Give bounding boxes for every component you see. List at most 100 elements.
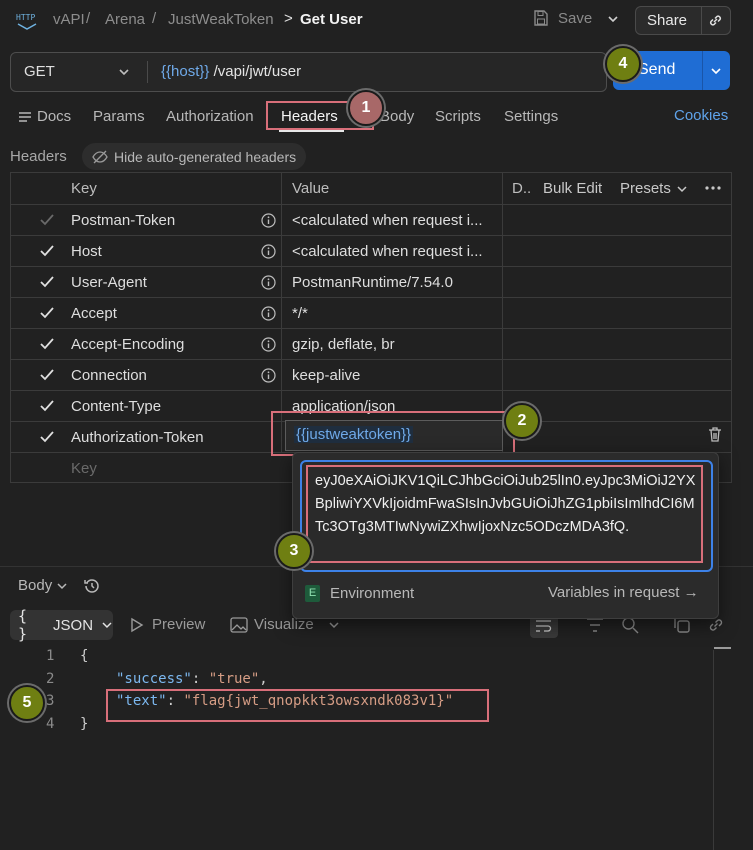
info-icon[interactable] [261, 368, 276, 383]
preview-label: Preview [152, 616, 206, 633]
header-key[interactable]: Content-Type [71, 391, 161, 422]
method-select[interactable]: GET [24, 63, 55, 80]
chevron-down-icon[interactable] [709, 64, 723, 78]
history-icon[interactable] [82, 576, 102, 596]
header-key[interactable]: User-Agent [71, 267, 147, 298]
info-icon[interactable] [261, 244, 276, 259]
header-key[interactable]: Postman-Token [71, 205, 175, 236]
header-key[interactable]: Accept-Encoding [71, 329, 184, 360]
breadcrumb-separator: / [86, 10, 91, 27]
share-button[interactable]: Share [635, 6, 731, 35]
checkbox-icon[interactable] [40, 400, 54, 412]
annotation-badge: 3 [276, 533, 312, 569]
breadcrumb-item[interactable]: JustWeakToken [168, 11, 274, 28]
table-row[interactable]: Accept-Encoding gzip, deflate, br [11, 328, 731, 360]
info-icon[interactable] [261, 306, 276, 321]
table-row[interactable]: User-Agent PostmanRuntime/7.54.0 [11, 266, 731, 298]
annotation-badge: 4 [605, 46, 641, 82]
column-header-description: D.. [512, 180, 532, 197]
auth-value-variable: {{justweaktoken}} [294, 426, 414, 443]
presets-dropdown[interactable]: Presets [620, 173, 671, 204]
column-header-value: Value [292, 180, 330, 197]
link-icon[interactable] [707, 12, 724, 29]
header-key[interactable]: Authorization-Token [71, 422, 204, 453]
format-json-dropdown[interactable]: { } JSON [10, 607, 113, 643]
new-key-input[interactable]: Key [71, 453, 97, 484]
trash-icon[interactable] [707, 426, 723, 443]
checkbox-icon[interactable] [40, 245, 54, 257]
annotation-badge: 5 [9, 685, 45, 721]
preview-button[interactable]: Preview [130, 616, 205, 633]
header-value[interactable]: keep-alive [292, 360, 502, 391]
chevron-down-icon [329, 621, 339, 628]
chevron-down-icon[interactable] [117, 65, 131, 79]
cookies-link[interactable]: Cookies [674, 107, 728, 124]
chevron-down-icon[interactable] [676, 183, 688, 195]
column-header-key: Key [71, 180, 97, 197]
chevron-down-icon [57, 582, 67, 589]
variable-value-field[interactable]: eyJ0eXAiOiJKV1QiLCJhbGciOiJub25lIn0.eyJp… [300, 460, 713, 572]
table-row[interactable]: Accept */* [11, 297, 731, 329]
header-key[interactable]: Host [71, 236, 102, 267]
variables-in-request-link[interactable]: Variables in request → [548, 584, 699, 601]
breadcrumb-item[interactable]: Arena [105, 11, 145, 28]
divider [702, 51, 703, 90]
info-icon[interactable] [261, 275, 276, 290]
save-icon [534, 10, 548, 26]
table-row[interactable]: Connection keep-alive [11, 359, 731, 391]
table-row[interactable]: Host <calculated when request i... [11, 235, 731, 267]
checkbox-icon[interactable] [40, 214, 54, 226]
json-key: "success" [116, 671, 192, 687]
flag-highlight [106, 689, 489, 722]
bulk-edit-button[interactable]: Bulk Edit [543, 173, 602, 204]
line-number: 3 [46, 693, 55, 709]
headers-section-title: Headers [10, 148, 67, 165]
eye-off-icon [92, 150, 108, 163]
url-input[interactable]: {{host}} /vapi/jwt/user [161, 63, 301, 80]
checkbox-icon[interactable] [40, 431, 54, 443]
breadcrumb-item[interactable]: vAPI [53, 11, 85, 28]
checkbox-icon[interactable] [40, 338, 54, 350]
save-label: Save [558, 9, 593, 27]
header-value[interactable]: */* [292, 298, 502, 329]
info-icon[interactable] [261, 337, 276, 352]
divider [713, 650, 714, 850]
table-row[interactable]: Postman-Token <calculated when request i.… [11, 204, 731, 236]
svg-text:HTTP: HTTP [16, 13, 35, 22]
json-line: "success": "true", [116, 671, 268, 687]
line-number: 4 [46, 716, 55, 732]
http-icon: HTTP [16, 8, 38, 32]
checkbox-icon[interactable] [40, 369, 54, 381]
save-button[interactable]: Save [532, 9, 592, 27]
header-value[interactable]: gzip, deflate, br [292, 329, 502, 360]
filter-icon[interactable] [586, 617, 604, 633]
header-value[interactable]: PostmanRuntime/7.54.0 [292, 267, 502, 298]
response-body-dropdown[interactable]: Body [18, 577, 68, 594]
json-brace: { [80, 648, 89, 664]
tab-scripts[interactable]: Scripts [435, 108, 481, 125]
scroll-indicator[interactable] [714, 647, 731, 649]
tab-body[interactable]: Body [380, 108, 414, 125]
json-brace: } [80, 716, 89, 732]
header-key[interactable]: Connection [71, 360, 147, 391]
tab-params[interactable]: Params [93, 108, 145, 125]
info-icon[interactable] [261, 213, 276, 228]
line-number: 2 [46, 671, 55, 687]
url-path: /vapi/jwt/user [209, 63, 302, 80]
divider [147, 61, 148, 83]
tab-docs[interactable]: Docs [37, 108, 71, 125]
checkbox-icon[interactable] [40, 276, 54, 288]
header-value[interactable]: <calculated when request i... [292, 236, 502, 267]
environment-badge: E [305, 585, 320, 602]
more-options-icon[interactable] [705, 186, 721, 190]
header-key[interactable]: Accept [71, 298, 117, 329]
tab-authorization[interactable]: Authorization [166, 108, 254, 125]
tab-settings[interactable]: Settings [504, 108, 558, 125]
header-value[interactable]: <calculated when request i... [292, 205, 502, 236]
auth-value-input[interactable]: {{justweaktoken}} [285, 420, 503, 451]
docs-icon [18, 110, 32, 124]
send-label: Send [638, 61, 676, 78]
checkbox-icon[interactable] [40, 307, 54, 319]
hide-auto-generated-toggle[interactable]: Hide auto-generated headers [82, 143, 307, 170]
chevron-down-icon[interactable] [606, 12, 620, 26]
